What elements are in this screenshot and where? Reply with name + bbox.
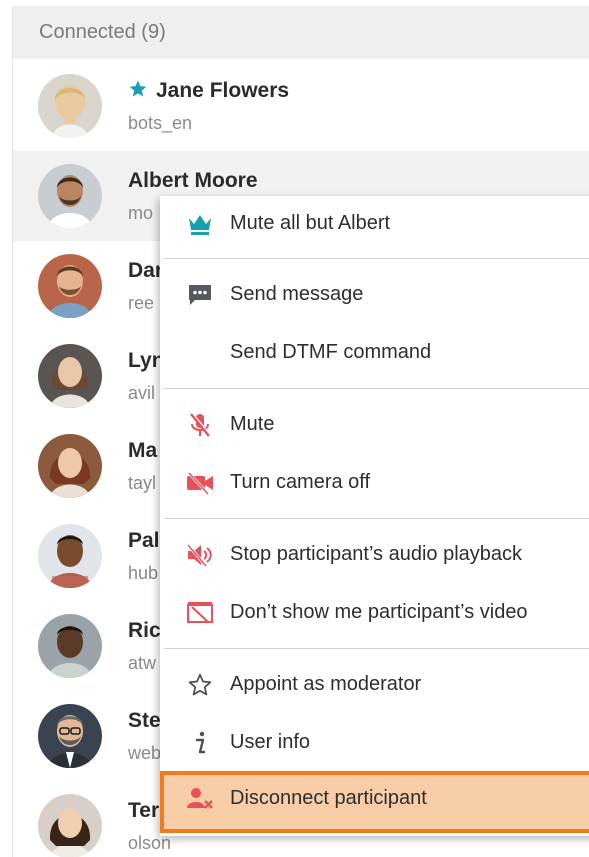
menu-separator (164, 518, 589, 519)
menu-separator (164, 258, 589, 259)
menu-separator (164, 388, 589, 389)
avatar (38, 614, 102, 678)
participant-username: hub (128, 563, 159, 583)
participant-username: atw (128, 653, 157, 673)
menu-item-label: User info (230, 731, 311, 753)
participant-username: bots_en (128, 113, 193, 133)
avatar (38, 164, 102, 228)
participant-row[interactable]: Jane Flowers bots_en (13, 61, 589, 151)
avatar (38, 524, 102, 588)
participant-name: Dar (128, 259, 164, 282)
menu-item-mute[interactable]: Mute (160, 397, 589, 453)
avatar (38, 74, 102, 138)
moderator-star-icon (128, 79, 148, 105)
menu-item-disconnect-participant[interactable]: Disconnect participant (160, 771, 589, 833)
participant-name: Ma (128, 439, 158, 462)
participant-context-menu: Mute all but Albert Send message Send DT… (160, 196, 589, 836)
speaker-off-icon (186, 541, 214, 569)
participants-window: Connected (9) Jane Flowers bots_en Alber… (0, 0, 589, 857)
menu-item-label: Disconnect participant (230, 787, 427, 809)
participant-name: Jane Flowers (128, 79, 289, 105)
menu-item-appoint-moderator[interactable]: Appoint as moderator (160, 657, 589, 713)
participant-name: Ste (128, 709, 161, 732)
menu-item-label: Don’t show me participant’s video (230, 601, 528, 623)
connected-header-label: Connected (9) (39, 21, 166, 43)
menu-item-label: Appoint as moderator (230, 673, 422, 695)
menu-item-label: Turn camera off (230, 471, 371, 493)
star-outline-icon (186, 671, 214, 699)
mic-off-icon (186, 411, 214, 439)
menu-item-stop-audio-playback[interactable]: Stop participant’s audio playback (160, 527, 589, 583)
participant-username: web (128, 743, 162, 763)
participant-name: Ter (128, 799, 160, 822)
chat-icon (186, 281, 214, 309)
menu-item-turn-camera-off[interactable]: Turn camera off (160, 455, 589, 511)
connected-header: Connected (9) (13, 6, 589, 59)
menu-item-label: Send DTMF command (230, 341, 432, 363)
camera-off-icon (186, 469, 214, 497)
menu-separator (164, 648, 589, 649)
avatar (38, 704, 102, 768)
menu-item-send-dtmf[interactable]: Send DTMF command (160, 325, 589, 381)
avatar (38, 254, 102, 318)
participant-username: mo (128, 203, 154, 223)
menu-item-label: Mute (230, 413, 275, 435)
menu-item-send-message[interactable]: Send message (160, 267, 589, 323)
menu-item-label: Mute all but Albert (230, 212, 391, 234)
avatar (38, 794, 102, 857)
participant-username: ree (128, 293, 155, 313)
disconnect-user-icon (186, 785, 214, 813)
avatar (38, 344, 102, 408)
crown-icon (186, 210, 214, 238)
menu-item-mute-all-but[interactable]: Mute all but Albert (160, 196, 589, 252)
menu-item-hide-participant-video[interactable]: Don’t show me participant’s video (160, 585, 589, 641)
participant-username: avil (128, 383, 156, 403)
participant-username: olson (128, 833, 172, 853)
info-icon (186, 729, 214, 757)
avatar (38, 434, 102, 498)
participant-name: Albert Moore (128, 169, 258, 192)
menu-item-label: Stop participant’s audio playback (230, 543, 523, 565)
menu-item-user-info[interactable]: User info (160, 715, 589, 771)
menu-item-label: Send message (230, 283, 364, 305)
participant-name: Pal (128, 529, 160, 552)
participant-username: tayl (128, 473, 157, 493)
participant-name: Ric (128, 619, 161, 642)
video-hidden-icon (186, 599, 214, 627)
